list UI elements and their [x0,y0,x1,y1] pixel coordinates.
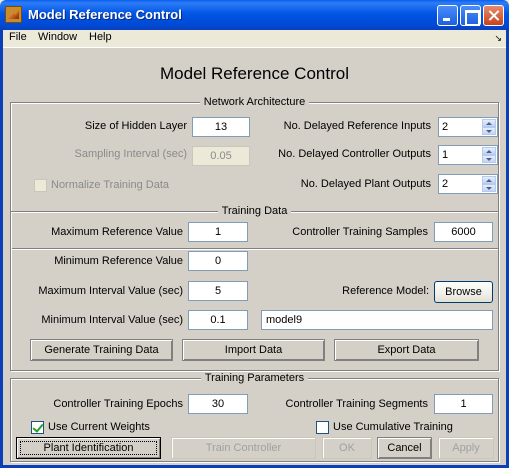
use-current-weights-checkbox[interactable] [31,421,44,434]
export-data-button[interactable]: Export Data [334,339,479,361]
cumulative-training-label: Use Cumulative Training [333,421,453,433]
spin-up-icon[interactable] [482,119,496,127]
samples-label: Controller Training Samples [292,226,428,238]
apply-button: Apply [438,437,494,459]
max-interval-input[interactable]: 5 [188,281,248,301]
page-title: Model Reference Control [160,64,349,83]
use-current-weights-label: Use Current Weights [48,421,150,433]
min-interval-input[interactable]: 0.1 [188,310,248,330]
ref-inputs-spinner[interactable]: 2 [438,117,498,137]
cumulative-training-checkbox[interactable] [316,421,329,434]
model-name-input[interactable]: model9 [261,310,493,330]
menu-file[interactable]: File [9,31,27,43]
spin-down-icon[interactable] [482,127,496,135]
spin-down-icon[interactable] [482,184,496,192]
training-parameters-panel: Training Parameters Controller Training … [10,372,499,462]
ctrl-outputs-label: No. Delayed Controller Outputs [278,148,431,160]
max-interval-label: Maximum Interval Value (sec) [38,285,183,297]
spin-up-icon[interactable] [482,147,496,155]
title-bar[interactable]: Model Reference Control [0,0,509,30]
normalize-checkbox [34,179,47,192]
window-title: Model Reference Control [28,7,182,22]
segments-input[interactable]: 1 [434,394,493,414]
reference-model-label: Reference Model: [342,285,429,297]
plant-identification-button[interactable]: Plant Identification [16,437,161,459]
dock-arrow-icon[interactable]: ↘ [494,33,502,44]
menu-window[interactable]: Window [38,31,77,43]
min-ref-label: Minimum Reference Value [54,255,183,267]
sampling-interval-input: 0.05 [192,146,250,166]
normalize-label: Normalize Training Data [51,179,169,191]
ref-inputs-label: No. Delayed Reference Inputs [283,120,431,132]
import-data-button[interactable]: Import Data [182,339,325,361]
close-button[interactable] [483,5,504,26]
ctrl-outputs-value: 1 [442,149,449,161]
min-interval-label: Minimum Interval Value (sec) [41,314,183,326]
train-controller-button: Train Controller [171,437,316,459]
panel-title: Training Data [217,205,292,217]
matlab-icon [5,6,22,23]
panel-title: Network Architecture [199,96,310,108]
generate-training-data-button[interactable]: Generate Training Data [30,339,173,361]
samples-input[interactable]: 6000 [434,222,493,242]
cancel-button[interactable]: Cancel [377,437,432,459]
spin-up-icon[interactable] [482,176,496,184]
max-ref-input[interactable]: 1 [188,222,248,242]
maximize-button[interactable] [460,5,481,26]
minimize-button[interactable] [437,5,458,26]
ok-button: OK [322,437,372,459]
panel-title: Training Parameters [200,372,309,384]
epochs-input[interactable]: 30 [188,394,248,414]
plant-outputs-value: 2 [442,178,449,190]
sampling-interval-label: Sampling Interval (sec) [74,148,188,160]
segments-label: Controller Training Segments [285,398,428,410]
hidden-layer-label: Size of Hidden Layer [84,120,187,132]
ctrl-outputs-spinner[interactable]: 1 [438,145,498,165]
epochs-label: Controller Training Epochs [53,398,183,410]
hidden-layer-input[interactable]: 13 [192,117,250,137]
browse-button[interactable]: Browse [434,281,493,303]
dialog-content: Model Reference Control Network Architec… [3,47,506,465]
min-ref-input[interactable]: 0 [188,251,248,271]
plant-outputs-spinner[interactable]: 2 [438,174,498,194]
plant-outputs-label: No. Delayed Plant Outputs [300,178,431,190]
max-ref-label: Maximum Reference Value [51,226,183,238]
menu-help[interactable]: Help [89,31,112,43]
menu-bar: File Window Help ↘ [3,30,506,46]
ref-inputs-value: 2 [442,121,449,133]
training-data-panel: Training Data Maximum Reference Value 1 … [10,205,499,371]
spin-down-icon[interactable] [482,155,496,163]
